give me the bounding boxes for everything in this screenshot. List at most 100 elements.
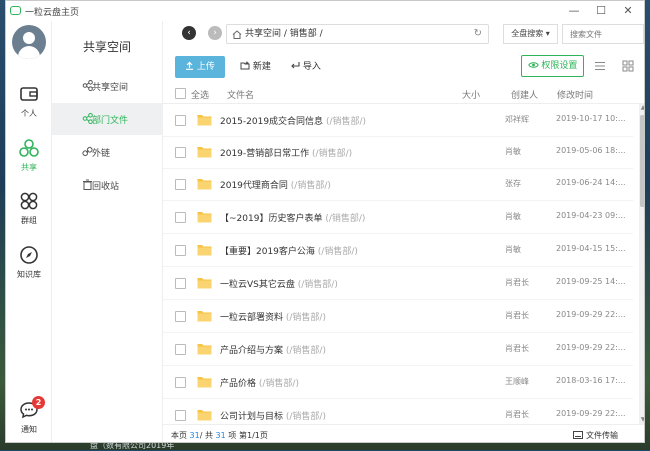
row-checkbox[interactable] xyxy=(175,410,186,421)
file-transfer-button[interactable]: 文件传输 xyxy=(586,430,618,441)
rail-label-group: 群组 xyxy=(21,216,37,225)
row-checkbox[interactable] xyxy=(175,179,186,190)
file-modified: 2019-09-25 14:... xyxy=(556,277,626,286)
close-button[interactable]: ✕ xyxy=(616,3,640,19)
scroll-up-arrow-icon[interactable]: ▲ xyxy=(639,104,644,112)
header-name[interactable]: 文件名 xyxy=(227,88,254,101)
status-bar: 本页 31/ 共 31 项 第1/1页 文件传输 xyxy=(163,424,644,442)
file-list: 2015-2019成交合同信息 (/销售部/) 邓祥辉 2019-10-17 1… xyxy=(163,104,633,424)
upload-button[interactable]: 上传 xyxy=(175,56,225,78)
table-row[interactable]: 产品价格 (/销售部/) 王顺峰 2018-03-16 17:... xyxy=(163,366,633,399)
maximize-button[interactable]: ☐ xyxy=(589,3,613,19)
file-creator: 肖敏 xyxy=(505,245,521,254)
minimize-button[interactable]: — xyxy=(562,3,586,19)
file-creator: 邓祥辉 xyxy=(505,115,529,124)
row-checkbox[interactable] xyxy=(175,311,186,322)
search-input[interactable] xyxy=(562,24,644,44)
file-name[interactable]: 公司计划与目标 (/销售部/) xyxy=(220,409,326,422)
file-name[interactable]: 一粒云部署资料 (/销售部/) xyxy=(220,310,326,323)
folder-icon xyxy=(197,245,212,256)
vertical-scrollbar[interactable]: ▲ ▼ xyxy=(639,104,644,424)
table-row[interactable]: 一粒云VS其它云盘 (/销售部/) 肖君长 2019-09-25 14:... xyxy=(163,267,633,300)
file-name[interactable]: 一粒云VS其它云盘 (/销售部/) xyxy=(220,277,338,290)
rail-label-personal: 个人 xyxy=(21,109,37,118)
rail-item-group[interactable]: 群组 xyxy=(6,187,52,237)
table-row[interactable]: 一粒云部署资料 (/销售部/) 肖君长 2019-09-29 22:... xyxy=(163,300,633,333)
row-checkbox[interactable] xyxy=(175,147,186,158)
upload-label: 上传 xyxy=(196,62,215,72)
table-row[interactable]: 【重要】2019客户公海 (/销售部/) 肖敏 2019-04-15 15:..… xyxy=(163,234,633,267)
folder-icon xyxy=(197,179,212,190)
file-name[interactable]: 2015-2019成交合同信息 (/销售部/) xyxy=(220,114,366,127)
upload-icon xyxy=(186,61,194,70)
header-creator[interactable]: 创建人 xyxy=(511,88,538,101)
file-creator: 张存 xyxy=(505,179,521,188)
row-checkbox[interactable] xyxy=(175,278,186,289)
back-button[interactable]: ‹ xyxy=(182,26,196,40)
file-name[interactable]: 2019-营销部日常工作 (/销售部/) xyxy=(220,146,352,159)
file-modified: 2019-04-23 09:... xyxy=(556,211,626,220)
table-row[interactable]: 产品介绍与方案 (/销售部/) 肖君长 2019-09-29 22:... xyxy=(163,333,633,366)
grid-view-icon[interactable] xyxy=(622,60,634,72)
import-button[interactable]: 导入 xyxy=(290,59,321,72)
row-checkbox[interactable] xyxy=(175,377,186,388)
file-modified: 2019-06-24 14:... xyxy=(556,178,626,187)
subnav-item-recycle-bin[interactable]: 回收站 xyxy=(52,169,163,201)
wallet-icon xyxy=(20,87,38,101)
table-row[interactable]: 2015-2019成交合同信息 (/销售部/) 邓祥辉 2019-10-17 1… xyxy=(163,104,633,137)
address-bar[interactable]: 共享空间 / 销售部 / ↻ xyxy=(226,24,489,44)
subnav-label-dept-files: 部门文件 xyxy=(92,116,129,126)
header-modified[interactable]: 修改时间 xyxy=(557,88,593,101)
file-name[interactable]: 【~2019】历史客户表单 (/销售部/) xyxy=(220,211,365,224)
folder-icon xyxy=(197,344,212,355)
rail-item-knowledge[interactable]: 知识库 xyxy=(6,241,52,291)
row-checkbox[interactable] xyxy=(175,212,186,223)
select-all-checkbox[interactable] xyxy=(175,88,186,99)
scroll-thumb[interactable] xyxy=(640,115,644,207)
search-scope-dropdown[interactable]: 全盘搜索 ▾ xyxy=(503,24,558,44)
file-creator: 肖君长 xyxy=(505,278,529,287)
file-modified: 2019-09-29 22:... xyxy=(556,343,626,352)
table-row[interactable]: 公司计划与目标 (/销售部/) 肖君长 2019-09-29 22:... xyxy=(163,399,633,424)
file-creator: 肖君长 xyxy=(505,344,529,353)
file-name[interactable]: 【重要】2019客户公海 (/销售部/) xyxy=(220,244,358,257)
file-modified: 2019-05-06 18:... xyxy=(556,146,626,155)
folder-icon xyxy=(197,278,212,289)
row-checkbox[interactable] xyxy=(175,245,186,256)
list-view-icon[interactable] xyxy=(594,60,606,72)
main-rail: 个人 共享 群组 知识库 2 通知 xyxy=(6,21,52,442)
row-checkbox[interactable] xyxy=(175,115,186,126)
subnav-item-external-link[interactable]: 外链 xyxy=(52,136,163,168)
folder-icon xyxy=(197,147,212,158)
rail-label-knowledge: 知识库 xyxy=(17,270,41,279)
subnav-label-recycle-bin: 回收站 xyxy=(92,182,120,192)
transfer-icon xyxy=(573,431,583,439)
forward-button[interactable]: › xyxy=(208,26,222,40)
new-button[interactable]: 新建 xyxy=(240,59,271,72)
table-row[interactable]: 2019代理商合同 (/销售部/) 张存 2019-06-24 14:... xyxy=(163,168,633,201)
scroll-down-arrow-icon[interactable]: ▼ xyxy=(639,416,644,424)
file-modified: 2019-04-15 15:... xyxy=(556,244,626,253)
subnav-item-shared-space[interactable]: 共享空间 xyxy=(52,70,163,102)
file-name[interactable]: 产品介绍与方案 (/销售部/) xyxy=(220,343,326,356)
table-row[interactable]: 2019-营销部日常工作 (/销售部/) 肖敏 2019-05-06 18:..… xyxy=(163,136,633,169)
import-label: 导入 xyxy=(302,62,321,72)
table-row[interactable]: 【~2019】历史客户表单 (/销售部/) 肖敏 2019-04-23 09:.… xyxy=(163,201,633,234)
rail-item-share[interactable]: 共享 xyxy=(6,134,52,184)
file-name[interactable]: 2019代理商合同 (/销售部/) xyxy=(220,178,331,191)
header-size[interactable]: 大小 xyxy=(462,88,480,101)
subnav-label-external-link: 外链 xyxy=(92,149,111,159)
file-name[interactable]: 产品价格 (/销售部/) xyxy=(220,376,299,389)
row-checkbox[interactable] xyxy=(175,344,186,355)
header-select-all[interactable]: 全选 xyxy=(191,88,209,101)
avatar[interactable] xyxy=(12,25,46,59)
file-creator: 肖敏 xyxy=(505,147,521,156)
sub-navigation: 共享空间 共享空间 部门文件 外链 回收站 xyxy=(52,21,163,442)
permission-settings-button[interactable]: 权限设置 xyxy=(521,55,584,77)
rail-item-notify[interactable]: 2 通知 xyxy=(6,396,52,442)
page-indicator: 第1/1页 xyxy=(239,431,268,440)
refresh-icon[interactable]: ↻ xyxy=(474,25,482,43)
group-icon xyxy=(20,192,38,210)
subnav-item-dept-files[interactable]: 部门文件 xyxy=(52,103,163,135)
rail-item-personal[interactable]: 个人 xyxy=(6,80,52,130)
